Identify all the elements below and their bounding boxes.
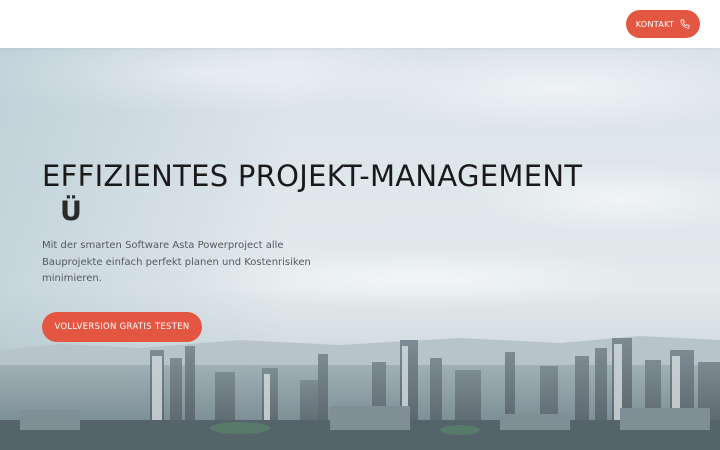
contact-button[interactable]: KONTAKT [626,10,700,38]
site-header: KONTAKT [0,0,720,48]
trial-cta-button[interactable]: VOLLVERSION GRATIS TESTEN [42,312,202,342]
hero-glyph: Ü [60,196,82,227]
hero-section: EFFIZIENTES PROJEKT-MANAGEMENT Ü Mit der… [0,48,720,450]
hero-description: Mit der smarten Software Asta Powerproje… [42,240,311,284]
contact-button-label: KONTAKT [635,19,675,29]
phone-icon [680,19,690,29]
hero-title: EFFIZIENTES PROJEKT-MANAGEMENT [42,159,583,193]
